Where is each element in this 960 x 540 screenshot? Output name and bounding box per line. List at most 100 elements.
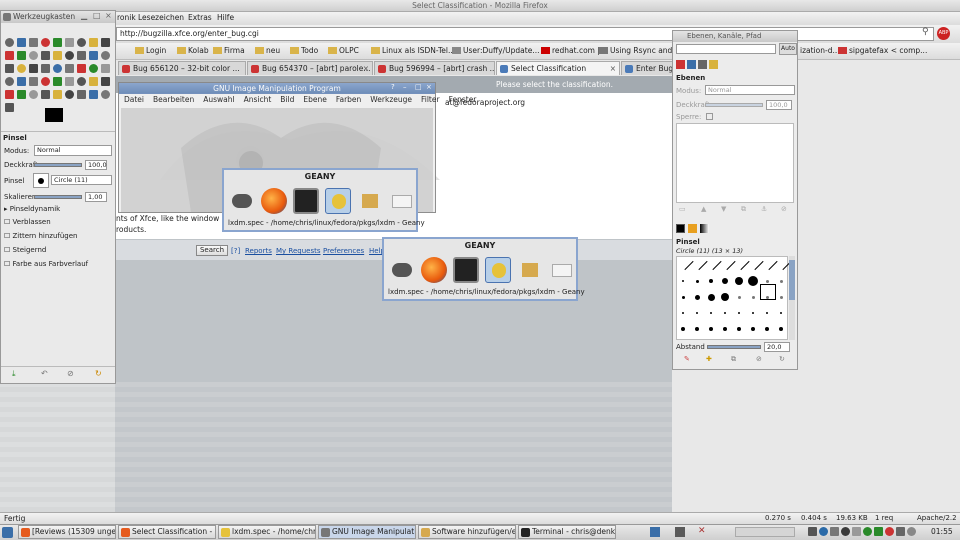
opacity-value[interactable]: 100,0 [85, 160, 107, 170]
tool-icon[interactable] [101, 64, 110, 73]
bookmark-redhat[interactable]: redhat.com | [541, 46, 600, 55]
new-layer-icon[interactable]: ▭ [679, 205, 686, 213]
tool-icon[interactable] [29, 38, 38, 47]
package-installer-icon[interactable] [517, 257, 543, 283]
duplicate-layer-icon[interactable]: ⧉ [741, 205, 746, 214]
delete-options-icon[interactable]: ⊘ [67, 369, 74, 378]
brush-preset[interactable] [779, 279, 783, 283]
tool-icon[interactable] [41, 38, 50, 47]
brush-preset[interactable] [711, 260, 722, 270]
package-installer-icon[interactable] [357, 188, 383, 214]
brush-preset[interactable] [681, 295, 685, 299]
help-icon[interactable]: ? [391, 83, 395, 91]
duplicate-brush-icon[interactable]: ⧉ [731, 355, 736, 364]
brush-preview[interactable] [33, 173, 49, 188]
tool-icon[interactable] [77, 64, 86, 73]
bookmark-sipgate[interactable]: sipgatefax < comp... [838, 46, 927, 55]
brush-preset[interactable] [753, 260, 764, 270]
window-menu-icon[interactable] [3, 13, 11, 21]
brush-preset[interactable] [707, 293, 715, 301]
brush-preset[interactable] [765, 327, 769, 331]
layers-opacity-value[interactable]: 100,0 [766, 100, 792, 110]
tool-icon[interactable] [65, 64, 74, 73]
tool-icon[interactable] [5, 90, 14, 99]
tool-icon[interactable] [101, 51, 110, 60]
bookmark-olpc[interactable]: OLPC [328, 46, 359, 55]
tool-icon[interactable] [29, 77, 38, 86]
menu-auswahl[interactable]: Auswahl [203, 95, 234, 104]
search-button[interactable]: Search [196, 245, 228, 256]
tab-bug-596994[interactable]: Bug 596994 – [abrt] crash ... [374, 61, 495, 75]
app-menu-icon[interactable] [2, 527, 13, 538]
tab-bug-656120[interactable]: Bug 656120 – 32-bit color ... [118, 61, 246, 75]
tool-icon[interactable] [89, 51, 98, 60]
restore-options-icon[interactable]: ↶ [41, 369, 48, 378]
geany-icon[interactable] [325, 188, 351, 214]
close-icon[interactable]: × [105, 11, 112, 20]
tool-icon[interactable] [5, 64, 14, 73]
task-select-classification[interactable]: Select Classification - ... [118, 525, 216, 539]
brush-scrollbar[interactable] [789, 256, 795, 340]
tray-icon[interactable] [907, 527, 916, 536]
menu-lesezeichen[interactable]: Lesezeichen [138, 13, 184, 22]
brush-preset[interactable] [696, 312, 698, 314]
brush-preset[interactable] [682, 280, 684, 282]
terminal-icon[interactable] [453, 257, 479, 283]
layers-modus-select[interactable]: Normal [705, 85, 795, 95]
geany-icon[interactable] [485, 257, 511, 283]
minimize-icon[interactable]: – [403, 83, 407, 91]
my-requests-link[interactable]: My Requests [276, 247, 321, 255]
reports-link[interactable]: Reports [245, 247, 272, 255]
bookmark-linux-isdn[interactable]: Linux als ISDN-Tel... [371, 46, 455, 55]
tool-icon[interactable] [29, 64, 38, 73]
steigernd-checkbox[interactable]: ☐ Steigernd [4, 246, 46, 254]
brush-preset[interactable] [748, 276, 758, 286]
task-terminal[interactable]: Terminal - chris@denke... [518, 525, 616, 539]
menu-chronik[interactable]: ronik [117, 13, 136, 22]
farbverlauf-checkbox[interactable]: ☐ Farbe aus Farbverlauf [4, 260, 88, 268]
tray-icon[interactable] [841, 527, 850, 536]
mail-icon[interactable] [549, 257, 575, 283]
scale-slider[interactable] [34, 195, 82, 199]
brush-preset[interactable] [723, 327, 727, 331]
brush-preset[interactable] [709, 327, 713, 331]
tool-icon[interactable] [41, 90, 50, 99]
tool-icon[interactable] [101, 77, 110, 86]
mail-icon[interactable] [389, 188, 415, 214]
tool-icon[interactable] [41, 77, 50, 86]
tool-icon[interactable] [5, 38, 14, 47]
brush-preset[interactable] [738, 312, 740, 314]
brush-preset[interactable] [722, 278, 728, 284]
layers-opacity-slider[interactable] [705, 103, 763, 107]
maximize-icon[interactable]: □ [93, 11, 101, 20]
brush-preset[interactable] [737, 327, 741, 331]
tool-icon[interactable] [5, 77, 14, 86]
tray-icon[interactable] [852, 527, 861, 536]
terminal-icon[interactable] [293, 188, 319, 214]
tool-icon[interactable] [53, 90, 62, 99]
layers-list[interactable] [676, 123, 794, 203]
brush-preset[interactable] [779, 327, 783, 331]
tool-icon[interactable] [17, 51, 26, 60]
tool-icon[interactable] [41, 64, 50, 73]
tool-icon[interactable] [5, 103, 14, 112]
tool-icon[interactable] [29, 90, 38, 99]
brush-name-field[interactable]: Circle (11) [51, 175, 112, 185]
tool-icon[interactable] [77, 51, 86, 60]
firefox-icon[interactable] [421, 257, 447, 283]
menu-bild[interactable]: Bild [280, 95, 294, 104]
brush-preset[interactable] [683, 260, 694, 270]
tool-icon[interactable] [77, 90, 86, 99]
url-bar[interactable]: http://bugzilla.xfce.org/enter_bug.cgi [116, 27, 934, 41]
save-options-icon[interactable]: ⤓ [12, 369, 16, 379]
opacity-slider[interactable] [34, 163, 82, 167]
auto-button[interactable]: Auto [779, 43, 797, 55]
image-selector[interactable] [676, 44, 776, 54]
brush-preset[interactable] [780, 312, 782, 314]
tray-icon[interactable] [874, 527, 883, 536]
anchor-layer-icon[interactable]: ⚓ [761, 205, 767, 213]
brush-preset[interactable] [695, 327, 699, 331]
brush-preset[interactable] [752, 312, 754, 314]
tool-icon[interactable] [65, 90, 74, 99]
maximize-icon[interactable]: □ [415, 83, 422, 91]
